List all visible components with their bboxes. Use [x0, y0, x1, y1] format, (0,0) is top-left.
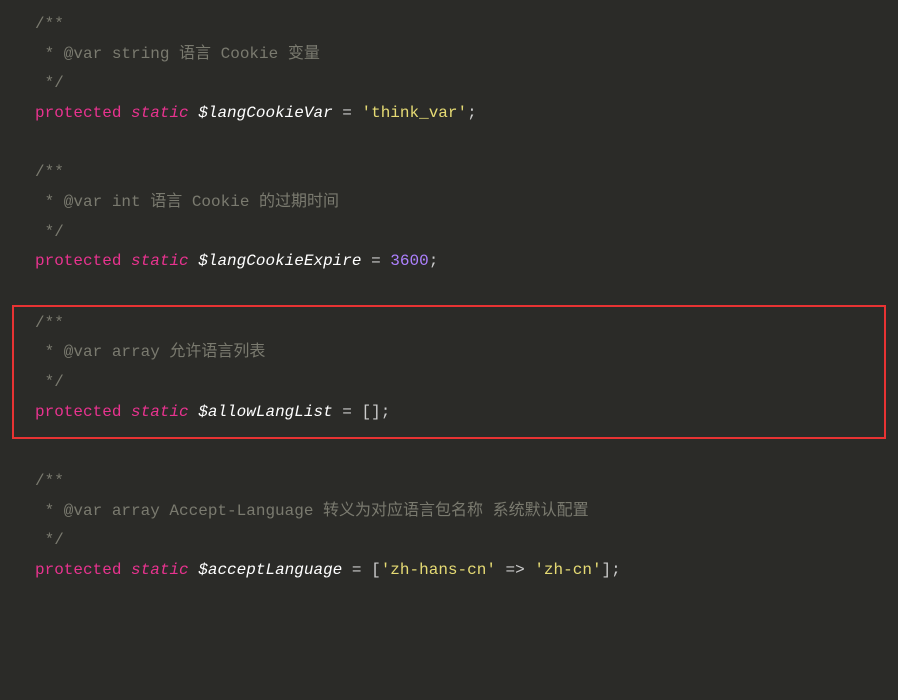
keyword-static: static [131, 252, 189, 270]
comment-close: */ [0, 69, 898, 99]
comment-open: /** [0, 467, 898, 497]
number-value: 3600 [390, 252, 428, 270]
blank-line [0, 439, 898, 467]
docblock-text: * @var array Accept-Language 转义为对应语言包名称 … [35, 502, 589, 520]
docblock-text: * @var array 允许语言列表 [35, 343, 265, 361]
comment-open: /** [0, 10, 898, 40]
docblock-text: /** [35, 163, 64, 181]
comment-var: * @var int 语言 Cookie 的过期时间 [0, 188, 898, 218]
comment-open: /** [0, 158, 898, 188]
comment-var: * @var array 允许语言列表 [14, 338, 884, 368]
keyword-static: static [131, 403, 189, 421]
variable-name: $langCookieExpire [198, 252, 361, 270]
array-value: [] [361, 403, 380, 421]
variable-name: $langCookieVar [198, 104, 332, 122]
comment-close: */ [0, 218, 898, 248]
keyword-protected: protected [35, 561, 121, 579]
docblock-text: */ [35, 531, 64, 549]
keyword-protected: protected [35, 252, 121, 270]
equals: = [361, 252, 390, 270]
comment-var: * @var array Accept-Language 转义为对应语言包名称 … [0, 497, 898, 527]
semicolon: ; [429, 252, 439, 270]
equals: = [342, 561, 371, 579]
comment-open: /** [14, 309, 884, 339]
close-bracket: ] [602, 561, 612, 579]
code-line: protected static $langCookieExpire = 360… [0, 247, 898, 277]
comment-var: * @var string 语言 Cookie 变量 [0, 40, 898, 70]
keyword-static: static [131, 561, 189, 579]
equals: = [333, 403, 362, 421]
open-bracket: [ [371, 561, 381, 579]
semicolon: ; [381, 403, 391, 421]
docblock-text: */ [35, 223, 64, 241]
array-val: 'zh-cn' [534, 561, 601, 579]
variable-name: $acceptLanguage [198, 561, 342, 579]
code-line: protected static $langCookieVar = 'think… [0, 99, 898, 129]
array-key: 'zh-hans-cn' [381, 561, 496, 579]
docblock-text: * @var string 语言 Cookie 变量 [35, 45, 320, 63]
docblock-text: */ [35, 373, 64, 391]
equals: = [333, 104, 362, 122]
docblock-text: * @var int 语言 Cookie 的过期时间 [35, 193, 339, 211]
docblock-text: /** [35, 314, 64, 332]
arrow: => [496, 561, 534, 579]
blank-line [0, 277, 898, 305]
code-line: protected static $allowLangList = []; [14, 398, 884, 428]
docblock-text: /** [35, 15, 64, 33]
docblock-text: /** [35, 472, 64, 490]
highlight-box: /** * @var array 允许语言列表 */ protected sta… [12, 305, 886, 439]
comment-close: */ [0, 526, 898, 556]
keyword-protected: protected [35, 104, 121, 122]
docblock-text: */ [35, 74, 64, 92]
semicolon: ; [467, 104, 477, 122]
semicolon: ; [611, 561, 621, 579]
keyword-static: static [131, 104, 189, 122]
string-value: 'think_var' [361, 104, 467, 122]
code-line: protected static $acceptLanguage = ['zh-… [0, 556, 898, 586]
comment-close: */ [14, 368, 884, 398]
blank-line [0, 128, 898, 158]
variable-name: $allowLangList [198, 403, 332, 421]
keyword-protected: protected [35, 403, 121, 421]
code-block: /** * @var string 语言 Cookie 变量 */ protec… [0, 0, 898, 586]
